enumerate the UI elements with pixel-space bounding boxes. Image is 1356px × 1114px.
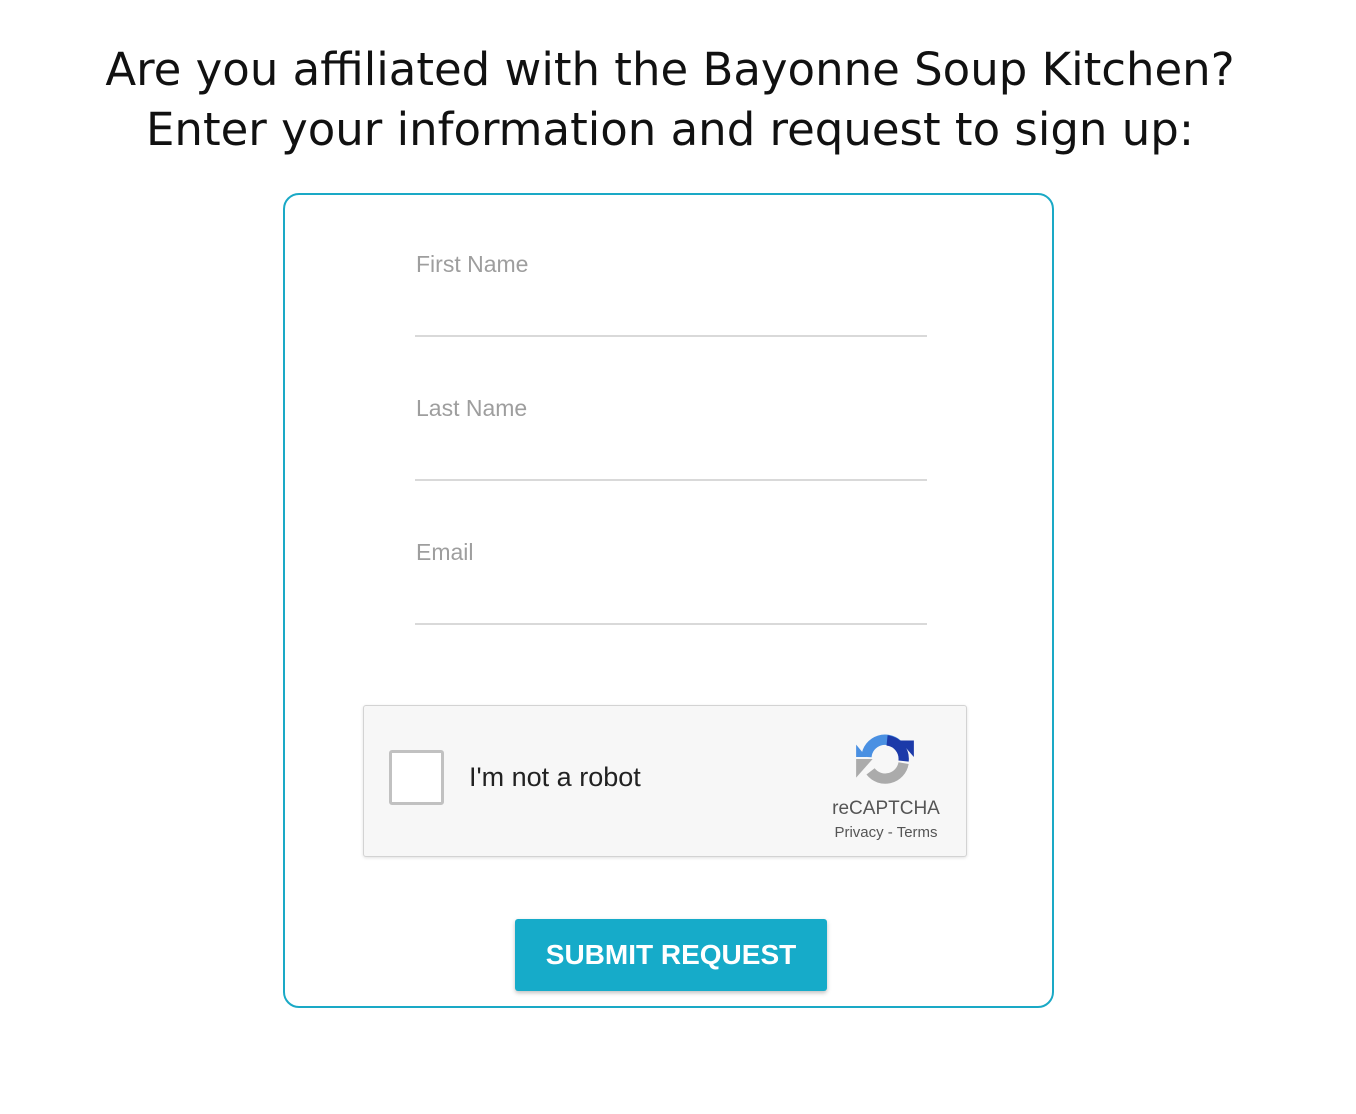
recaptcha-checkbox[interactable]	[389, 750, 444, 805]
recaptcha-widget: I'm not a robot reCAPTCHA Privacy - Term…	[363, 705, 967, 857]
last-name-label: Last Name	[416, 395, 528, 421]
recaptcha-logo-icon	[856, 734, 914, 784]
first-name-label: First Name	[416, 251, 529, 277]
heading-line-1: Are you affiliated with the Bayonne Soup…	[105, 43, 1235, 96]
recaptcha-terms-link[interactable]: Terms	[897, 824, 938, 841]
email-input[interactable]	[415, 575, 927, 625]
recaptcha-privacy-link[interactable]: Privacy	[834, 824, 883, 841]
recaptcha-link-separator: -	[883, 824, 897, 841]
email-label: Email	[416, 539, 474, 565]
first-name-input[interactable]	[415, 287, 927, 337]
signup-form-card: First Name Last Name Email I'm not a rob…	[283, 193, 1054, 1008]
email-field: Email	[415, 539, 927, 629]
recaptcha-brand: reCAPTCHA	[832, 798, 940, 819]
first-name-field: First Name	[415, 251, 927, 341]
page-heading: Are you affiliated with the Bayonne Soup…	[0, 40, 1340, 160]
recaptcha-label: I'm not a robot	[469, 762, 641, 792]
recaptcha-links: Privacy - Terms	[814, 824, 958, 841]
last-name-field: Last Name	[415, 395, 927, 485]
submit-request-button[interactable]: SUBMIT REQUEST	[515, 919, 827, 991]
heading-line-2: Enter your information and request to si…	[146, 103, 1194, 156]
last-name-input[interactable]	[415, 431, 927, 481]
